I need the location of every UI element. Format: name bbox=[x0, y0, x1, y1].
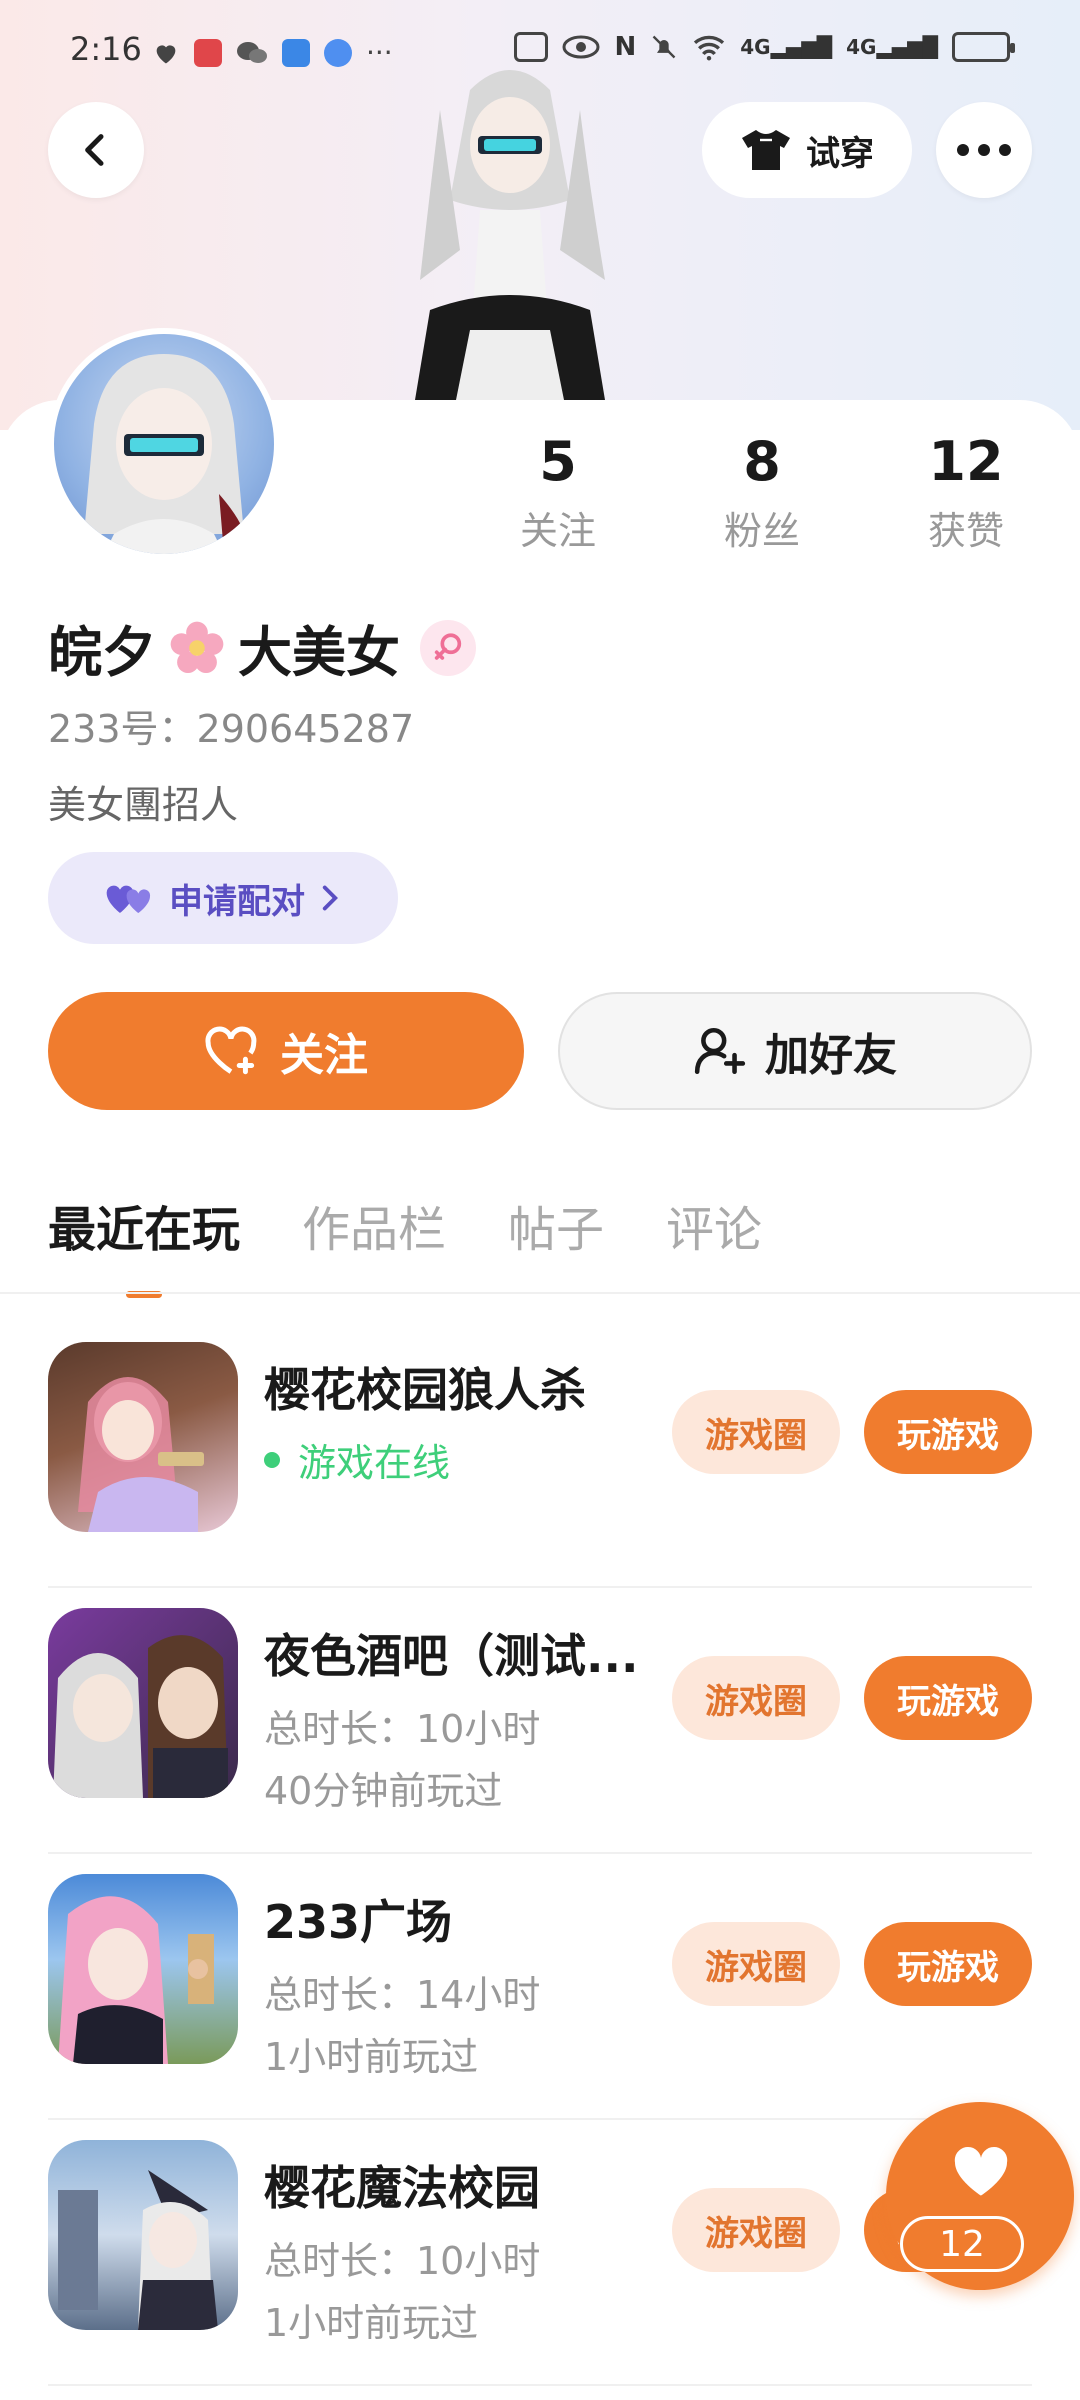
tab-comments[interactable]: 评论 bbox=[666, 1190, 762, 1260]
cloud-notification-icon bbox=[282, 38, 310, 67]
apply-pair-button[interactable]: 申请配对 bbox=[48, 852, 398, 944]
gender-badge bbox=[420, 619, 476, 676]
browser-notification-icon bbox=[324, 38, 352, 67]
game-last-played: 40分钟前玩过 bbox=[264, 1769, 503, 1813]
game-icon bbox=[48, 1608, 238, 1798]
game-art bbox=[58, 1896, 214, 2064]
network-label-2: 4G bbox=[846, 35, 877, 59]
try-on-button[interactable]: 试穿 bbox=[702, 102, 912, 198]
follow-button[interactable]: 关注 bbox=[48, 992, 524, 1110]
more-options-button[interactable] bbox=[936, 102, 1032, 198]
following-count: 5 bbox=[539, 430, 577, 493]
tabs-divider bbox=[0, 1292, 1080, 1294]
app-notification-icon bbox=[194, 38, 222, 67]
heart-notification-icon bbox=[156, 44, 176, 63]
fans-stat[interactable]: 8 粉丝 bbox=[682, 430, 842, 555]
game-circle-button[interactable]: 游戏圈 bbox=[672, 2188, 840, 2272]
play-game-button[interactable]: 玩游戏 bbox=[864, 1922, 1032, 2006]
game-icon bbox=[48, 2140, 238, 2330]
game-playtime: 总时长：14小时 bbox=[264, 1973, 541, 2017]
game-art bbox=[78, 1377, 204, 1532]
likes-stat[interactable]: 12 获赞 bbox=[886, 430, 1046, 555]
tab-recently-played[interactable]: 最近在玩 bbox=[48, 1190, 240, 1260]
like-floating-button[interactable]: 12 bbox=[886, 2102, 1074, 2290]
chevron-left-icon bbox=[85, 134, 104, 166]
wifi-icon bbox=[694, 35, 725, 61]
recent-games-list: 樱花校园狼人杀 游戏在线 游戏圈 玩游戏 夜色酒吧（测试... 总时长：10小时… bbox=[48, 1322, 1032, 2386]
game-online-status: 游戏在线 bbox=[264, 1432, 450, 1487]
play-game-button[interactable]: 玩游戏 bbox=[864, 1390, 1032, 1474]
likes-label: 获赞 bbox=[927, 509, 1004, 553]
user-id: 233号：290645287 bbox=[48, 707, 415, 751]
avatar[interactable] bbox=[48, 328, 280, 560]
game-title: 233广场 bbox=[264, 1895, 453, 1949]
wechat-icon bbox=[237, 41, 267, 63]
username-part2: 大美女 bbox=[238, 621, 400, 684]
fans-label: 粉丝 bbox=[723, 509, 800, 553]
game-circle-button[interactable]: 游戏圈 bbox=[672, 1922, 840, 2006]
avatar-portrait bbox=[84, 354, 247, 554]
tab-posts[interactable]: 帖子 bbox=[508, 1190, 604, 1260]
notification-icons: ··· bbox=[152, 36, 393, 69]
cherry-blossom-icon bbox=[170, 621, 224, 673]
game-title: 樱花魔法校园 bbox=[264, 2161, 540, 2215]
apply-pair-label: 申请配对 bbox=[169, 881, 305, 922]
chevron-right-icon bbox=[322, 885, 338, 911]
add-user-icon bbox=[694, 1027, 746, 1075]
user-bio: 美女團招人 bbox=[48, 783, 239, 827]
add-friend-button[interactable]: 加好友 bbox=[558, 992, 1032, 1110]
mute-bell-icon bbox=[652, 35, 676, 59]
likes-count: 12 bbox=[928, 430, 1004, 493]
try-on-label: 试穿 bbox=[806, 133, 874, 174]
double-heart-icon bbox=[106, 885, 151, 913]
game-circle-button[interactable]: 游戏圈 bbox=[672, 1390, 840, 1474]
avatar-figure-illustration bbox=[410, 70, 610, 430]
play-game-button[interactable]: 玩游戏 bbox=[864, 1656, 1032, 1740]
follow-label: 关注 bbox=[280, 1030, 368, 1081]
more-dots-icon bbox=[957, 144, 1011, 156]
avatar-image bbox=[54, 334, 274, 554]
signal-2-icon: 4G▂▄▆█ bbox=[846, 35, 938, 59]
heart-plus-icon bbox=[205, 1026, 257, 1075]
like-count-badge: 12 bbox=[900, 2216, 1024, 2272]
profile-tabs: 最近在玩 作品栏 帖子 评论 bbox=[48, 1190, 762, 1260]
game-title: 夜色酒吧（测试... bbox=[264, 1629, 639, 1683]
tshirt-icon bbox=[742, 130, 790, 170]
list-item[interactable]: 樱花校园狼人杀 游戏在线 游戏圈 玩游戏 bbox=[48, 1322, 1032, 1588]
username-part1: 皖夕 bbox=[48, 621, 156, 684]
game-circle-button[interactable]: 游戏圈 bbox=[672, 1656, 840, 1740]
game-playtime: 总时长：10小时 bbox=[264, 2239, 541, 2283]
back-button[interactable] bbox=[48, 102, 144, 198]
following-label: 关注 bbox=[519, 509, 596, 553]
online-dot-icon bbox=[264, 1451, 280, 1468]
game-art bbox=[53, 1635, 228, 1798]
game-icon bbox=[48, 1874, 238, 2064]
network-label-1: 4G bbox=[740, 35, 771, 59]
fans-count: 8 bbox=[743, 430, 781, 493]
signal-1-icon: 4G▂▄▆█ bbox=[740, 35, 833, 59]
status-time: 2:16 bbox=[70, 30, 142, 68]
following-stat[interactable]: 5 关注 bbox=[478, 430, 638, 555]
list-item[interactable]: 夜色酒吧（测试... 总时长：10小时 40分钟前玩过 游戏圈 玩游戏 bbox=[48, 1588, 1032, 1854]
tab-works[interactable]: 作品栏 bbox=[302, 1190, 446, 1260]
game-icon bbox=[48, 1342, 238, 1532]
female-icon bbox=[434, 632, 462, 660]
game-status-text: 游戏在线 bbox=[298, 1441, 451, 1485]
game-last-played: 1小时前玩过 bbox=[264, 2035, 479, 2079]
battery-icon bbox=[952, 32, 1015, 62]
game-title: 樱花校园狼人杀 bbox=[264, 1363, 586, 1417]
heart-icon bbox=[954, 2146, 1008, 2196]
username-row: 皖夕 大美女 bbox=[48, 608, 476, 687]
list-item[interactable]: 樱花魔法校园 总时长：10小时 1小时前玩过 游戏圈 玩游戏 bbox=[48, 2120, 1032, 2386]
game-playtime: 总时长：10小时 bbox=[264, 1707, 541, 1751]
add-friend-label: 加好友 bbox=[765, 1030, 897, 1081]
list-item[interactable]: 233广场 总时长：14小时 1小时前玩过 游戏圈 玩游戏 bbox=[48, 1854, 1032, 2120]
game-art bbox=[58, 2170, 218, 2330]
game-last-played: 1小时前玩过 bbox=[264, 2301, 479, 2345]
